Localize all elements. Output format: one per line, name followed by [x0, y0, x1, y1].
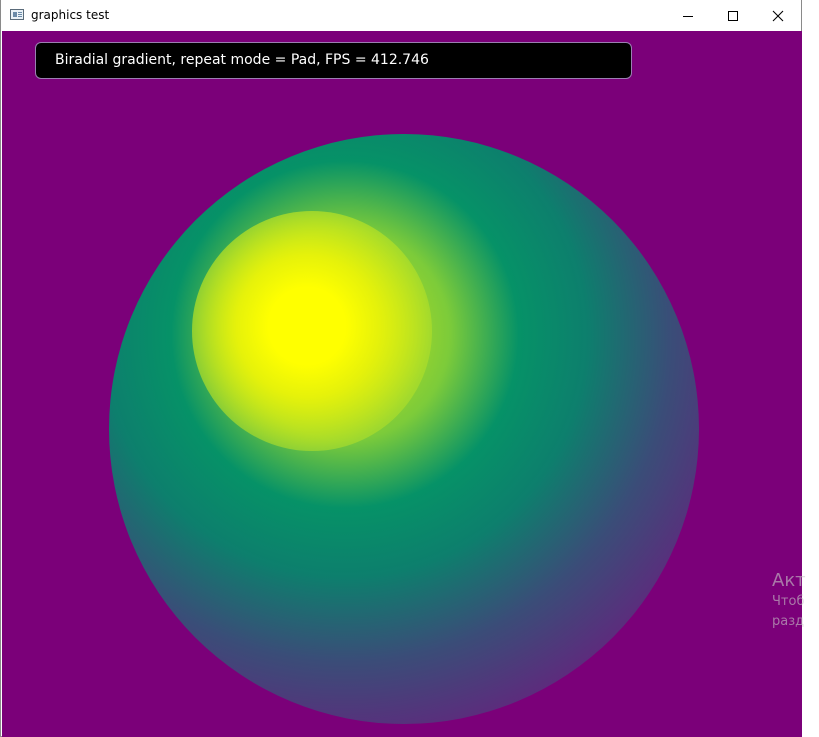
app-icon[interactable] [10, 9, 24, 20]
watermark-line: Чтоб [772, 594, 805, 609]
close-button[interactable] [755, 0, 801, 31]
minimize-button[interactable] [665, 0, 711, 31]
close-icon [772, 10, 784, 21]
status-text: Biradial gradient, repeat mode = Pad, FP… [55, 52, 429, 68]
minimize-icon [683, 15, 693, 17]
status-overlay: Biradial gradient, repeat mode = Pad, FP… [35, 42, 632, 79]
app-window: graphics test Biradial gradient, repeat … [0, 0, 802, 737]
maximize-icon [728, 10, 738, 21]
title-bar[interactable]: graphics test [1, 0, 801, 31]
maximize-button[interactable] [710, 0, 756, 31]
activation-watermark: Акт Чтоб разд [772, 570, 812, 632]
biradial-gradient-outer [109, 134, 699, 724]
watermark-title: Акт [772, 570, 806, 591]
window-title: graphics test [31, 8, 110, 22]
biradial-gradient-focus [192, 211, 432, 451]
render-canvas[interactable]: Biradial gradient, repeat mode = Pad, FP… [2, 31, 802, 737]
watermark-line: разд [772, 614, 805, 629]
